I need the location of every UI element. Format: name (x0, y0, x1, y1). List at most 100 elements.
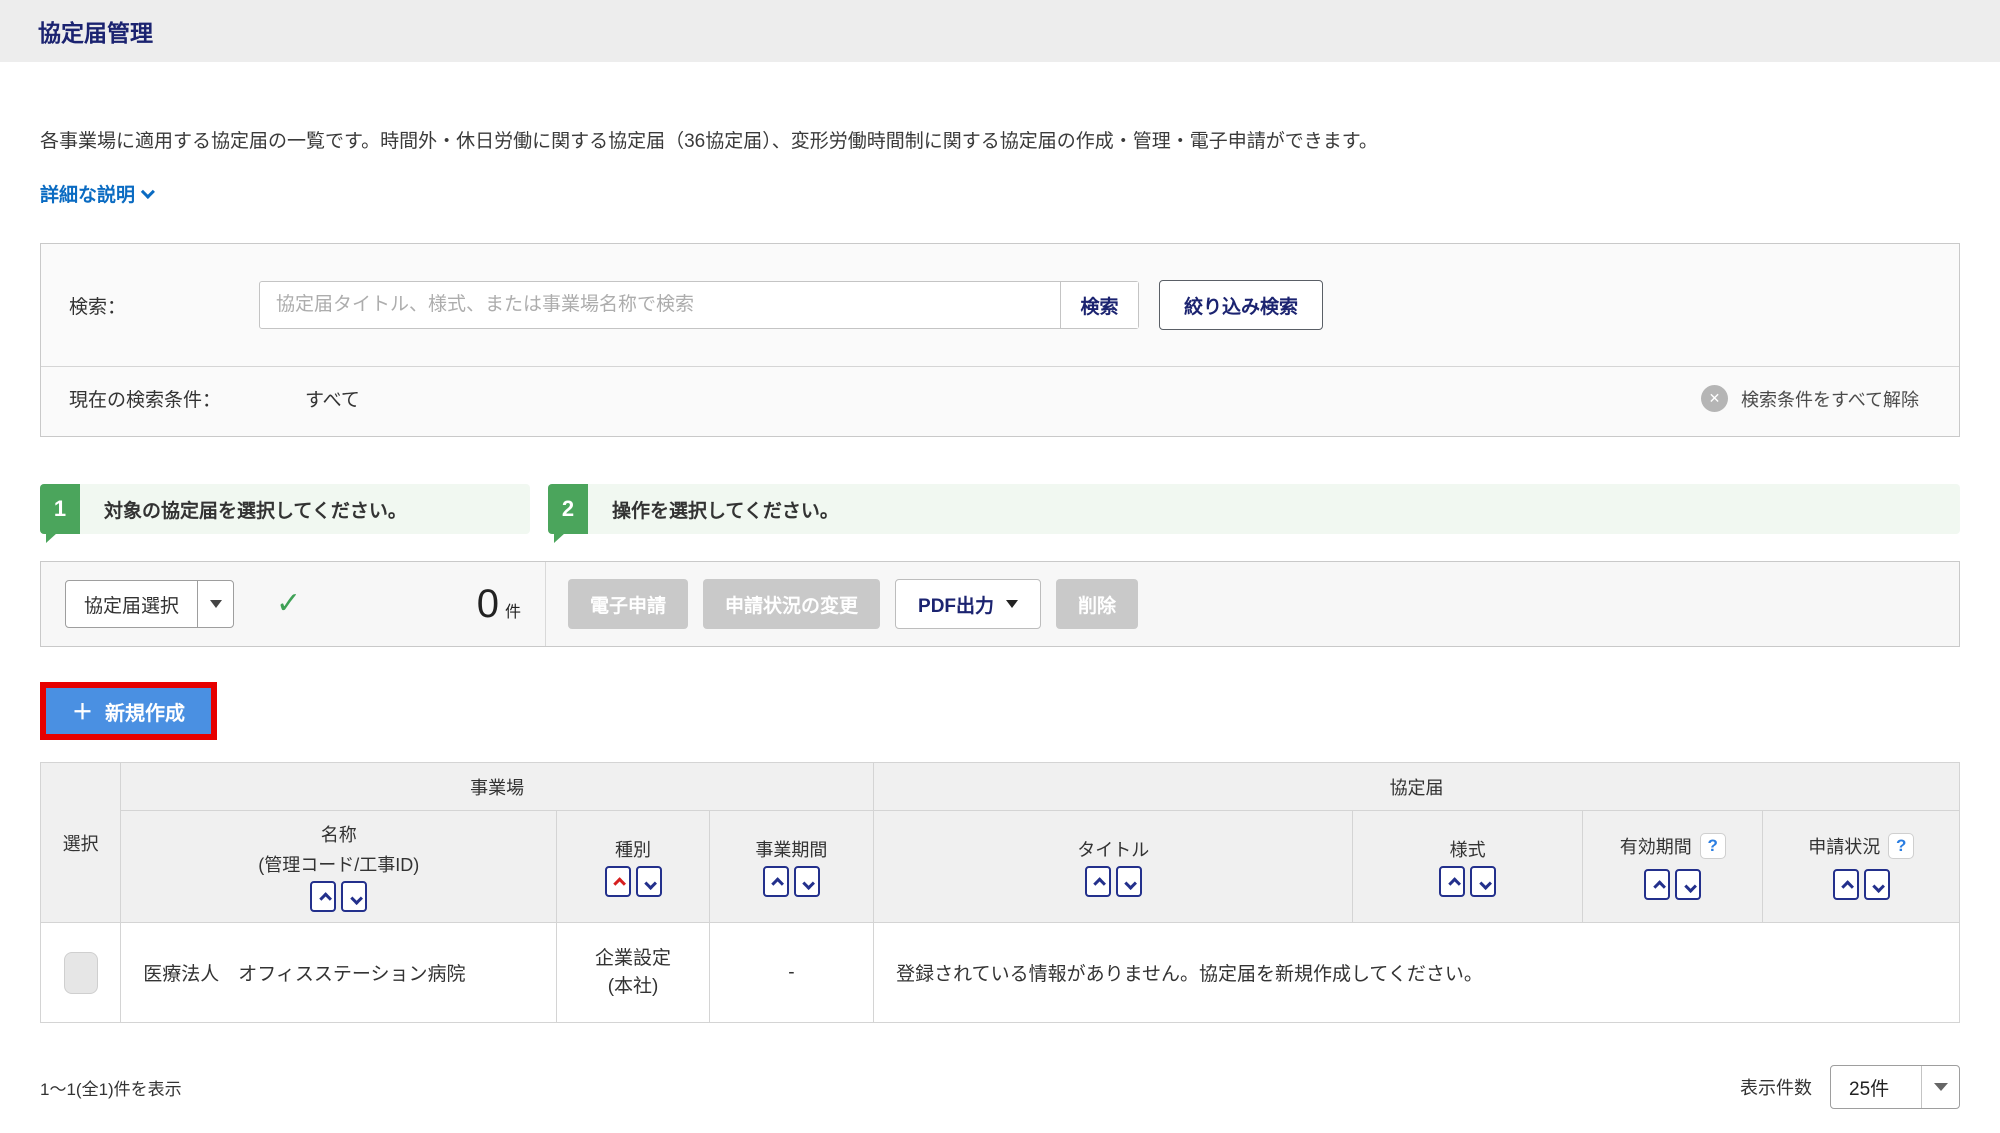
row-select-cell (41, 923, 121, 1023)
filter-search-button[interactable]: 絞り込み検索 (1159, 280, 1323, 330)
workplace-group-header: 事業場 (121, 763, 874, 811)
chevron-down-icon (350, 892, 363, 905)
row-type-cell: 企業設定 (本社) (557, 923, 709, 1023)
sort-desc-button[interactable] (794, 866, 820, 897)
page-size-label: 表示件数 (1740, 1074, 1812, 1100)
validity-column-label: 有効期間 (1620, 833, 1692, 859)
caret-down-icon (210, 600, 222, 608)
chevron-down-icon (1479, 877, 1492, 890)
validity-column-header: 有効期間 ? (1582, 811, 1762, 923)
validity-sort-control (1644, 869, 1701, 900)
page-size-select[interactable]: 25件 (1830, 1065, 1960, 1109)
delete-button[interactable]: 削除 (1056, 579, 1138, 629)
chevron-down-icon (803, 877, 816, 890)
chevron-up-icon (1448, 877, 1461, 890)
toolbar-actions-section: 電子申請 申請状況の変更 PDF出力 削除 (546, 562, 1160, 646)
sort-desc-button[interactable] (1675, 869, 1701, 900)
sort-asc-button[interactable] (1644, 869, 1670, 900)
name-column-sublabel: (管理コード/工事ID) (122, 851, 555, 877)
chevron-down-icon (1125, 877, 1138, 890)
details-link[interactable]: 詳細な説明 (40, 180, 155, 207)
step-1-text: 対象の協定届を選択してください。 (104, 496, 407, 523)
dropdown-arrow-section[interactable] (1921, 1066, 1959, 1108)
search-input-group: 検索 (259, 281, 1139, 329)
period-column-header: 事業期間 (709, 811, 873, 923)
chevron-up-icon (772, 877, 785, 890)
selected-count-value: 0 (477, 582, 499, 627)
create-new-label: 新規作成 (105, 697, 185, 726)
selected-count: 0 件 (477, 582, 521, 627)
sort-desc-button[interactable] (341, 881, 367, 912)
search-input[interactable] (260, 282, 1060, 328)
page-title: 協定届管理 (38, 14, 153, 48)
row-checkbox[interactable] (64, 952, 98, 994)
sub-header-row: 名称 (管理コード/工事ID) 種別 事業期間 (41, 811, 1960, 923)
step-2-badge: 2 (548, 484, 588, 534)
sort-asc-button[interactable] (1085, 866, 1111, 897)
page-title-bar: 協定届管理 (0, 0, 2000, 62)
sort-asc-button[interactable] (763, 866, 789, 897)
group-header-row: 選択 事業場 協定届 (41, 763, 1960, 811)
help-icon[interactable]: ? (1888, 833, 1914, 859)
format-sort-control (1439, 866, 1496, 897)
format-column-header: 様式 (1353, 811, 1583, 923)
page-description: 各事業場に適用する協定届の一覧です。時間外・休日労働に関する協定届（36協定届）… (40, 128, 1960, 156)
chevron-down-icon (1684, 880, 1697, 893)
step-1-band: 1 対象の協定届を選択してください。 (40, 484, 530, 534)
name-column-header: 名称 (管理コード/工事ID) (121, 811, 557, 923)
row-period-cell: - (709, 923, 873, 1023)
caret-down-icon (1934, 1083, 1948, 1091)
search-label: 検索： (69, 292, 259, 319)
row-type-line1: 企業設定 (558, 945, 707, 973)
row-empty-message: 登録されている情報がありません。協定届を新規作成してください。 (874, 923, 1960, 1023)
agreement-select-dropdown[interactable]: 協定届選択 (65, 580, 234, 628)
create-button-highlight: ＋ 新規作成 (40, 682, 217, 740)
step-2-text: 操作を選択してください。 (612, 496, 839, 523)
select-column-header: 選択 (41, 763, 121, 923)
plus-icon: ＋ (72, 696, 93, 726)
dropdown-arrow-section[interactable] (197, 581, 233, 627)
chevron-up-icon (319, 892, 332, 905)
action-toolbar: 協定届選択 ✓ 0 件 電子申請 申請状況の変更 PDF出力 削除 (40, 561, 1960, 647)
sort-desc-button[interactable] (1470, 866, 1496, 897)
agreements-table: 選択 事業場 協定届 名称 (管理コード/工事ID) 種別 (40, 762, 1960, 1023)
clear-all-conditions[interactable]: ✕ 検索条件をすべて解除 (1701, 385, 1931, 412)
pdf-export-button[interactable]: PDF出力 (895, 579, 1041, 629)
caret-down-icon (1006, 600, 1018, 608)
status-column-header: 申請状況 ? (1763, 811, 1960, 923)
clear-circle-icon: ✕ (1701, 385, 1728, 412)
check-icon: ✓ (276, 589, 301, 619)
status-sort-control (1833, 869, 1890, 900)
sort-desc-button[interactable] (1116, 866, 1142, 897)
search-row: 検索： 検索 絞り込み検索 (41, 244, 1959, 366)
create-new-button[interactable]: ＋ 新規作成 (46, 688, 211, 734)
name-sort-control (310, 881, 367, 912)
help-icon[interactable]: ? (1700, 833, 1726, 859)
details-link-label: 詳細な説明 (40, 180, 135, 207)
result-range-text: 1〜1(全1)件を表示 (40, 1075, 182, 1100)
search-button[interactable]: 検索 (1060, 282, 1138, 328)
status-column-label: 申請状況 (1808, 833, 1880, 859)
period-column-label: 事業期間 (711, 836, 872, 862)
format-column-label: 様式 (1354, 836, 1581, 862)
current-conditions-value: すべて (305, 385, 360, 412)
type-column-label: 種別 (558, 836, 707, 862)
chevron-up-icon (1653, 880, 1666, 893)
name-column-label: 名称 (122, 821, 555, 847)
sort-asc-button[interactable] (1439, 866, 1465, 897)
title-column-header: タイトル (874, 811, 1353, 923)
table-row: 医療法人 オフィスステーション病院 企業設定 (本社) - 登録されている情報が… (41, 923, 1960, 1023)
selected-count-unit: 件 (505, 598, 521, 622)
sort-desc-button[interactable] (1864, 869, 1890, 900)
sort-asc-button-active[interactable] (605, 866, 631, 897)
chevron-up-icon (1841, 880, 1854, 893)
table-footer: 1〜1(全1)件を表示 表示件数 25件 (40, 1065, 1960, 1109)
page-size-value: 25件 (1831, 1066, 1921, 1108)
title-sort-control (1085, 866, 1142, 897)
status-change-button[interactable]: 申請状況の変更 (703, 579, 880, 629)
sort-asc-button[interactable] (310, 881, 336, 912)
e-apply-button[interactable]: 電子申請 (568, 579, 688, 629)
sort-desc-button[interactable] (636, 866, 662, 897)
sort-asc-button[interactable] (1833, 869, 1859, 900)
agreement-select-label: 協定届選択 (66, 581, 197, 627)
